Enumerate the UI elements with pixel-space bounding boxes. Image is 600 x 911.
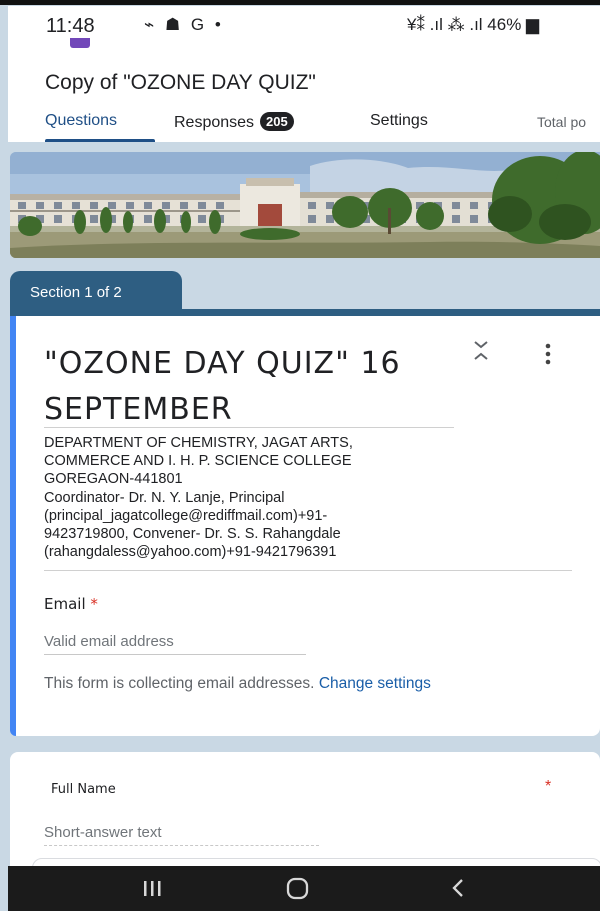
email-collection-note: This form is collecting email addresses.…: [44, 674, 514, 694]
more-vert-icon[interactable]: [543, 342, 553, 368]
status-bar: 11:48 ⌁ ☗ G • ¥⁑ .ıl ⁂ .ıl 46% ▆: [8, 6, 600, 48]
description-line: (rahangdaless@yahoo.com)+91-9421796391: [44, 544, 337, 561]
description-underline: [44, 570, 572, 571]
description-line: GOREGAON-441801: [44, 471, 183, 488]
question-title[interactable]: Full Name: [51, 782, 116, 797]
editor-tabs: Questions Responses 205 Settings Total po: [8, 110, 600, 142]
status-time: 11:48: [46, 15, 95, 37]
header-image: [10, 152, 600, 258]
active-tab-indicator: [45, 139, 155, 142]
college-building-image: [10, 152, 600, 258]
top-edge: [0, 0, 600, 5]
email-label-text: Email: [44, 595, 86, 613]
tab-responses-label: Responses: [174, 114, 255, 131]
notification-icons: ⌁ ☗ G •: [144, 15, 224, 34]
email-field[interactable]: [44, 628, 306, 655]
tab-settings[interactable]: Settings: [370, 112, 428, 130]
short-answer-field: [44, 819, 319, 846]
form-title[interactable]: "OZONE DAY QUIZ" 16 SEPTEMBER: [44, 341, 444, 433]
description-line: DEPARTMENT OF CHEMISTRY, JAGAT ARTS,: [44, 435, 353, 451]
theme-color-tab: [70, 38, 90, 48]
back-icon[interactable]: [428, 866, 488, 911]
phone-screen: 11:48 ⌁ ☗ G • ¥⁑ .ıl ⁂ .ıl 46% ▆ Copy of…: [0, 0, 600, 911]
required-asterisk: *: [545, 778, 552, 795]
home-icon[interactable]: [268, 866, 328, 911]
responses-count-badge: 205: [260, 112, 294, 131]
change-settings-link[interactable]: Change settings: [319, 675, 431, 692]
tab-total-points[interactable]: Total po: [537, 114, 586, 130]
description-line: (principal_jagatcollege@rediffmail.com)+…: [44, 507, 328, 524]
title-underline: [44, 427, 454, 428]
tab-questions[interactable]: Questions: [45, 112, 117, 130]
description-line: Coordinator- Dr. N. Y. Lanje, Principal: [44, 489, 285, 506]
selected-card-indicator: [10, 316, 16, 736]
description-line: 9423719800, Convener- Dr. S. S. Rahangda…: [44, 526, 341, 543]
system-status-icons: ¥⁑ .ıl ⁂ .ıl 46% ▆: [407, 15, 540, 34]
system-navigation-bar: [8, 866, 600, 911]
collect-note-text: This form is collecting email addresses.: [44, 675, 315, 692]
form-description[interactable]: DEPARTMENT OF CHEMISTRY, JAGAT ARTS, COM…: [44, 434, 574, 561]
collapse-icon[interactable]: [471, 338, 491, 368]
description-line: COMMERCE AND I. H. P. SCIENCE COLLEGE: [44, 453, 352, 470]
form-header-card[interactable]: "OZONE DAY QUIZ" 16 SEPTEMBER DEPARTMENT…: [10, 316, 600, 736]
email-label: Email *: [44, 595, 98, 613]
tab-responses[interactable]: Responses 205: [174, 112, 294, 132]
required-asterisk: *: [90, 595, 98, 613]
page-title: Copy of "OZONE DAY QUIZ": [45, 71, 316, 94]
recent-apps-icon[interactable]: [122, 866, 182, 911]
section-label: Section 1 of 2: [30, 284, 122, 301]
form-editor-header: Copy of "OZONE DAY QUIZ" Questions Respo…: [8, 48, 600, 142]
